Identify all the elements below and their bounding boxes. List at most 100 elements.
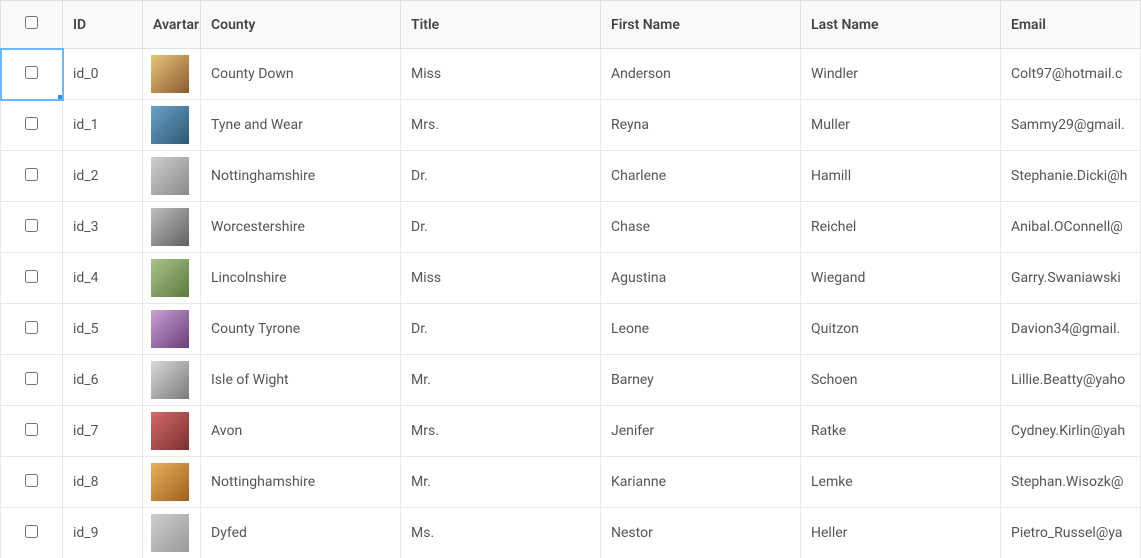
table-row[interactable]: id_0 County DownMissAndersonWindlerColt97… [1,49,1141,100]
cell-first-name[interactable]: Nestor [601,508,801,558]
select-all-checkbox[interactable] [25,16,38,29]
cell-county[interactable]: Lincolnshire [201,253,401,304]
cell-id[interactable]: id_7 [63,406,143,457]
cell-first-name[interactable]: Charlene [601,151,801,202]
row-checkbox[interactable] [25,270,38,283]
row-checkbox[interactable] [25,423,38,436]
cell-id[interactable]: id_3 [63,202,143,253]
header-last-name[interactable]: Last Name [801,1,1001,49]
cell-last-name[interactable]: Lemke [801,457,1001,508]
cell-email[interactable]: Garry.Swaniawski [1001,253,1141,304]
cell-email[interactable]: Sammy29@gmail. [1001,100,1141,151]
cell-email[interactable]: Colt97@hotmail.c [1001,49,1141,100]
table-row[interactable]: id_9 DyfedMs.NestorHellerPietro_Russel@ya [1,508,1141,558]
cell-county[interactable]: Isle of Wight [201,355,401,406]
cell-id[interactable]: id_5 [63,304,143,355]
table-row[interactable]: id_8 NottinghamshireMr.KarianneLemkeSteph… [1,457,1141,508]
cell-email[interactable]: Anibal.OConnell@ [1001,202,1141,253]
cell-county[interactable]: County Tyrone [201,304,401,355]
table-row[interactable]: id_1 Tyne and WearMrs.ReynaMullerSammy29@… [1,100,1141,151]
cell-first-name[interactable]: Agustina [601,253,801,304]
table-row[interactable]: id_5 County TyroneDr.LeoneQuitzonDavion34… [1,304,1141,355]
cell-title[interactable]: Dr. [401,304,601,355]
cell-title[interactable]: Miss [401,253,601,304]
header-email[interactable]: Email [1001,1,1141,49]
cell-id[interactable]: id_8 [63,457,143,508]
header-county[interactable]: County [201,1,401,49]
cell-id[interactable]: id_6 [63,355,143,406]
cell-county[interactable]: County Down [201,49,401,100]
cell-last-name[interactable]: Quitzon [801,304,1001,355]
cell-first-name[interactable]: Jenifer [601,406,801,457]
cell-email[interactable]: Stephanie.Dicki@h [1001,151,1141,202]
row-checkbox[interactable] [25,168,38,181]
cell-check[interactable] [1,202,63,253]
cell-title[interactable]: Dr. [401,202,601,253]
table-row[interactable]: id_7 AvonMrs.JeniferRatkeCydney.Kirlin@ya… [1,406,1141,457]
cell-county[interactable]: Worcestershire [201,202,401,253]
cell-title[interactable]: Ms. [401,508,601,558]
cell-avatar [143,202,201,253]
cell-check[interactable] [1,253,63,304]
cell-first-name[interactable]: Anderson [601,49,801,100]
cell-last-name[interactable]: Ratke [801,406,1001,457]
row-checkbox[interactable] [25,117,38,130]
cell-check[interactable] [1,304,63,355]
row-checkbox[interactable] [25,219,38,232]
cell-email[interactable]: Lillie.Beatty@yaho [1001,355,1141,406]
cell-title[interactable]: Mr. [401,355,601,406]
cell-first-name[interactable]: Barney [601,355,801,406]
row-checkbox[interactable] [25,525,38,538]
cell-last-name[interactable]: Schoen [801,355,1001,406]
cell-check[interactable] [1,151,63,202]
cell-county[interactable]: Nottinghamshire [201,457,401,508]
header-id[interactable]: ID [63,1,143,49]
cell-check[interactable] [1,406,63,457]
header-title[interactable]: Title [401,1,601,49]
cell-id[interactable]: id_4 [63,253,143,304]
row-checkbox[interactable] [25,321,38,334]
row-checkbox[interactable] [25,372,38,385]
cell-id[interactable]: id_2 [63,151,143,202]
cell-title[interactable]: Mr. [401,457,601,508]
cell-id[interactable]: id_9 [63,508,143,558]
cell-email[interactable]: Pietro_Russel@ya [1001,508,1141,558]
cell-last-name[interactable]: Windler [801,49,1001,100]
cell-first-name[interactable]: Reyna [601,100,801,151]
table-row[interactable]: id_6 Isle of WightMr.BarneySchoenLillie.B… [1,355,1141,406]
cell-first-name[interactable]: Karianne [601,457,801,508]
cell-id[interactable]: id_1 [63,100,143,151]
cell-first-name[interactable]: Chase [601,202,801,253]
cell-title[interactable]: Mrs. [401,406,601,457]
data-grid[interactable]: ID Avartar County Title First Name Last … [0,0,1141,558]
cell-last-name[interactable]: Wiegand [801,253,1001,304]
header-avatar[interactable]: Avartar [143,1,201,49]
row-checkbox[interactable] [25,66,38,79]
cell-last-name[interactable]: Reichel [801,202,1001,253]
cell-last-name[interactable]: Muller [801,100,1001,151]
cell-title[interactable]: Dr. [401,151,601,202]
cell-county[interactable]: Dyfed [201,508,401,558]
table-row[interactable]: id_2 NottinghamshireDr.CharleneHamillStep… [1,151,1141,202]
cell-county[interactable]: Tyne and Wear [201,100,401,151]
cell-last-name[interactable]: Heller [801,508,1001,558]
cell-county[interactable]: Nottinghamshire [201,151,401,202]
cell-email[interactable]: Davion34@gmail. [1001,304,1141,355]
cell-check[interactable] [1,355,63,406]
cell-first-name[interactable]: Leone [601,304,801,355]
cell-check[interactable] [1,100,63,151]
cell-title[interactable]: Mrs. [401,100,601,151]
row-checkbox[interactable] [25,474,38,487]
cell-email[interactable]: Cydney.Kirlin@yah [1001,406,1141,457]
table-row[interactable]: id_3 WorcestershireDr.ChaseReichelAnibal.… [1,202,1141,253]
cell-check[interactable] [1,508,63,558]
cell-id[interactable]: id_0 [63,49,143,100]
table-row[interactable]: id_4 LincolnshireMissAgustinaWiegandGarry… [1,253,1141,304]
cell-email[interactable]: Stephan.Wisozk@ [1001,457,1141,508]
header-first-name[interactable]: First Name [601,1,801,49]
cell-check[interactable] [1,457,63,508]
cell-county[interactable]: Avon [201,406,401,457]
cell-check[interactable] [1,49,63,100]
cell-title[interactable]: Miss [401,49,601,100]
cell-last-name[interactable]: Hamill [801,151,1001,202]
